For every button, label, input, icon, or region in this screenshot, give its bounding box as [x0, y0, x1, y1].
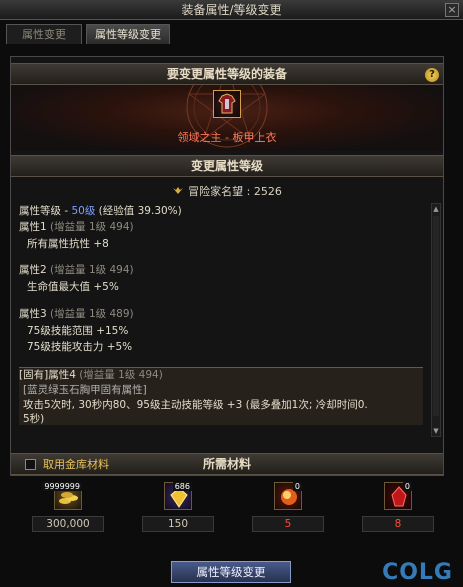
attribute-1-header: 属性1 (增益量 1级 494) [19, 221, 134, 233]
attribute-3-effect-1: 75级技能范围 +15% [27, 325, 129, 337]
materials-title: 所需材料 [202, 457, 251, 471]
material-item-gold: 9999999 300,000 [32, 482, 104, 532]
materials-header: 取用金库材料 所需材料 [11, 453, 443, 475]
material-count: 9999999 [42, 482, 82, 491]
material-item-crystal: 686 150 [142, 482, 214, 532]
attribute-list: 属性等级 - 50级 (经验值 39.30%) 属性1 (增益量 1级 494)… [19, 201, 429, 439]
fixed-attribute-header: [固有]属性4 (增益量 1级 494) [19, 369, 163, 381]
watermark-logo: COLG [382, 560, 453, 585]
tab-attribute-level-change[interactable]: 属性等级变更 [86, 24, 170, 44]
material-required-value: 5 [252, 516, 324, 532]
fixed-attribute-source: [蓝灵绿玉石胸甲固有属性] [23, 384, 147, 396]
attribute-3-header: 属性3 (增益量 1级 489) [19, 308, 134, 320]
attribute-2-effect: 生命值最大值 +5% [27, 281, 119, 293]
equipment-slot[interactable] [213, 90, 241, 118]
window-title-bar: 装备属性/等级变更 × [0, 0, 463, 20]
red-crystal-icon[interactable]: 0 [384, 482, 412, 510]
attribute-level-line: 属性等级 - 50级 (经验值 39.30%) [19, 205, 182, 217]
material-count: 686 [172, 482, 192, 491]
material-required-value: 150 [142, 516, 214, 532]
attribute-scrollbar[interactable]: ▲ ▼ [431, 203, 441, 437]
help-icon[interactable]: ? [425, 68, 439, 82]
material-item-red-crystal: 0 8 [362, 482, 434, 532]
panel-header-title: 要变更属性等级的装备 [166, 67, 287, 81]
scroll-thumb[interactable] [433, 216, 439, 416]
scroll-down-icon[interactable]: ▼ [432, 427, 440, 435]
material-item-orb: 0 5 [252, 482, 324, 532]
armor-icon [218, 93, 236, 114]
equipment-name: 领域之主 - 板甲上衣 [177, 131, 277, 144]
window-title: 装备属性/等级变更 [181, 3, 282, 17]
tab-attribute-change[interactable]: 属性变更 [6, 24, 82, 44]
close-button[interactable]: × [445, 3, 459, 17]
red-orb-icon[interactable]: 0 [274, 482, 302, 510]
main-panel: 要变更属性等级的装备 ? 领域之主 - 板甲上衣 变更属性等级 冒险家名望 : … [10, 56, 444, 476]
gold-coins-icon[interactable]: 9999999 [42, 482, 82, 510]
material-count: 0 [292, 482, 302, 491]
fame-icon [173, 187, 184, 194]
attribute-2-header: 属性2 (增益量 1级 494) [19, 264, 134, 276]
fixed-attribute-effect-cont: 5秒) [23, 413, 45, 425]
section-header-level-change: 变更属性等级 [11, 155, 443, 177]
panel-header: 要变更属性等级的装备 ? [11, 63, 443, 85]
attribute-3-effect-2: 75级技能攻击力 +5% [27, 341, 133, 353]
attribute-1-effect: 所有属性抗性 +8 [27, 238, 109, 250]
attribute-level-change-button[interactable]: 属性等级变更 [171, 561, 291, 583]
gold-crystal-icon[interactable]: 686 [164, 482, 192, 510]
fame-display: 冒险家名望 : 2526 [11, 183, 443, 199]
material-required-value: 8 [362, 516, 434, 532]
scroll-up-icon[interactable]: ▲ [432, 205, 440, 213]
equipment-display: 领域之主 - 板甲上衣 [11, 85, 443, 151]
material-required-value: 300,000 [32, 516, 104, 532]
material-count: 0 [402, 482, 412, 491]
fame-label: 冒险家名望 : 2526 [188, 185, 282, 198]
fixed-attribute-effect: 攻击5次时, 30秒内80、95级主动技能等级 +3 (最多叠加1次; 冷却时间… [23, 399, 368, 411]
